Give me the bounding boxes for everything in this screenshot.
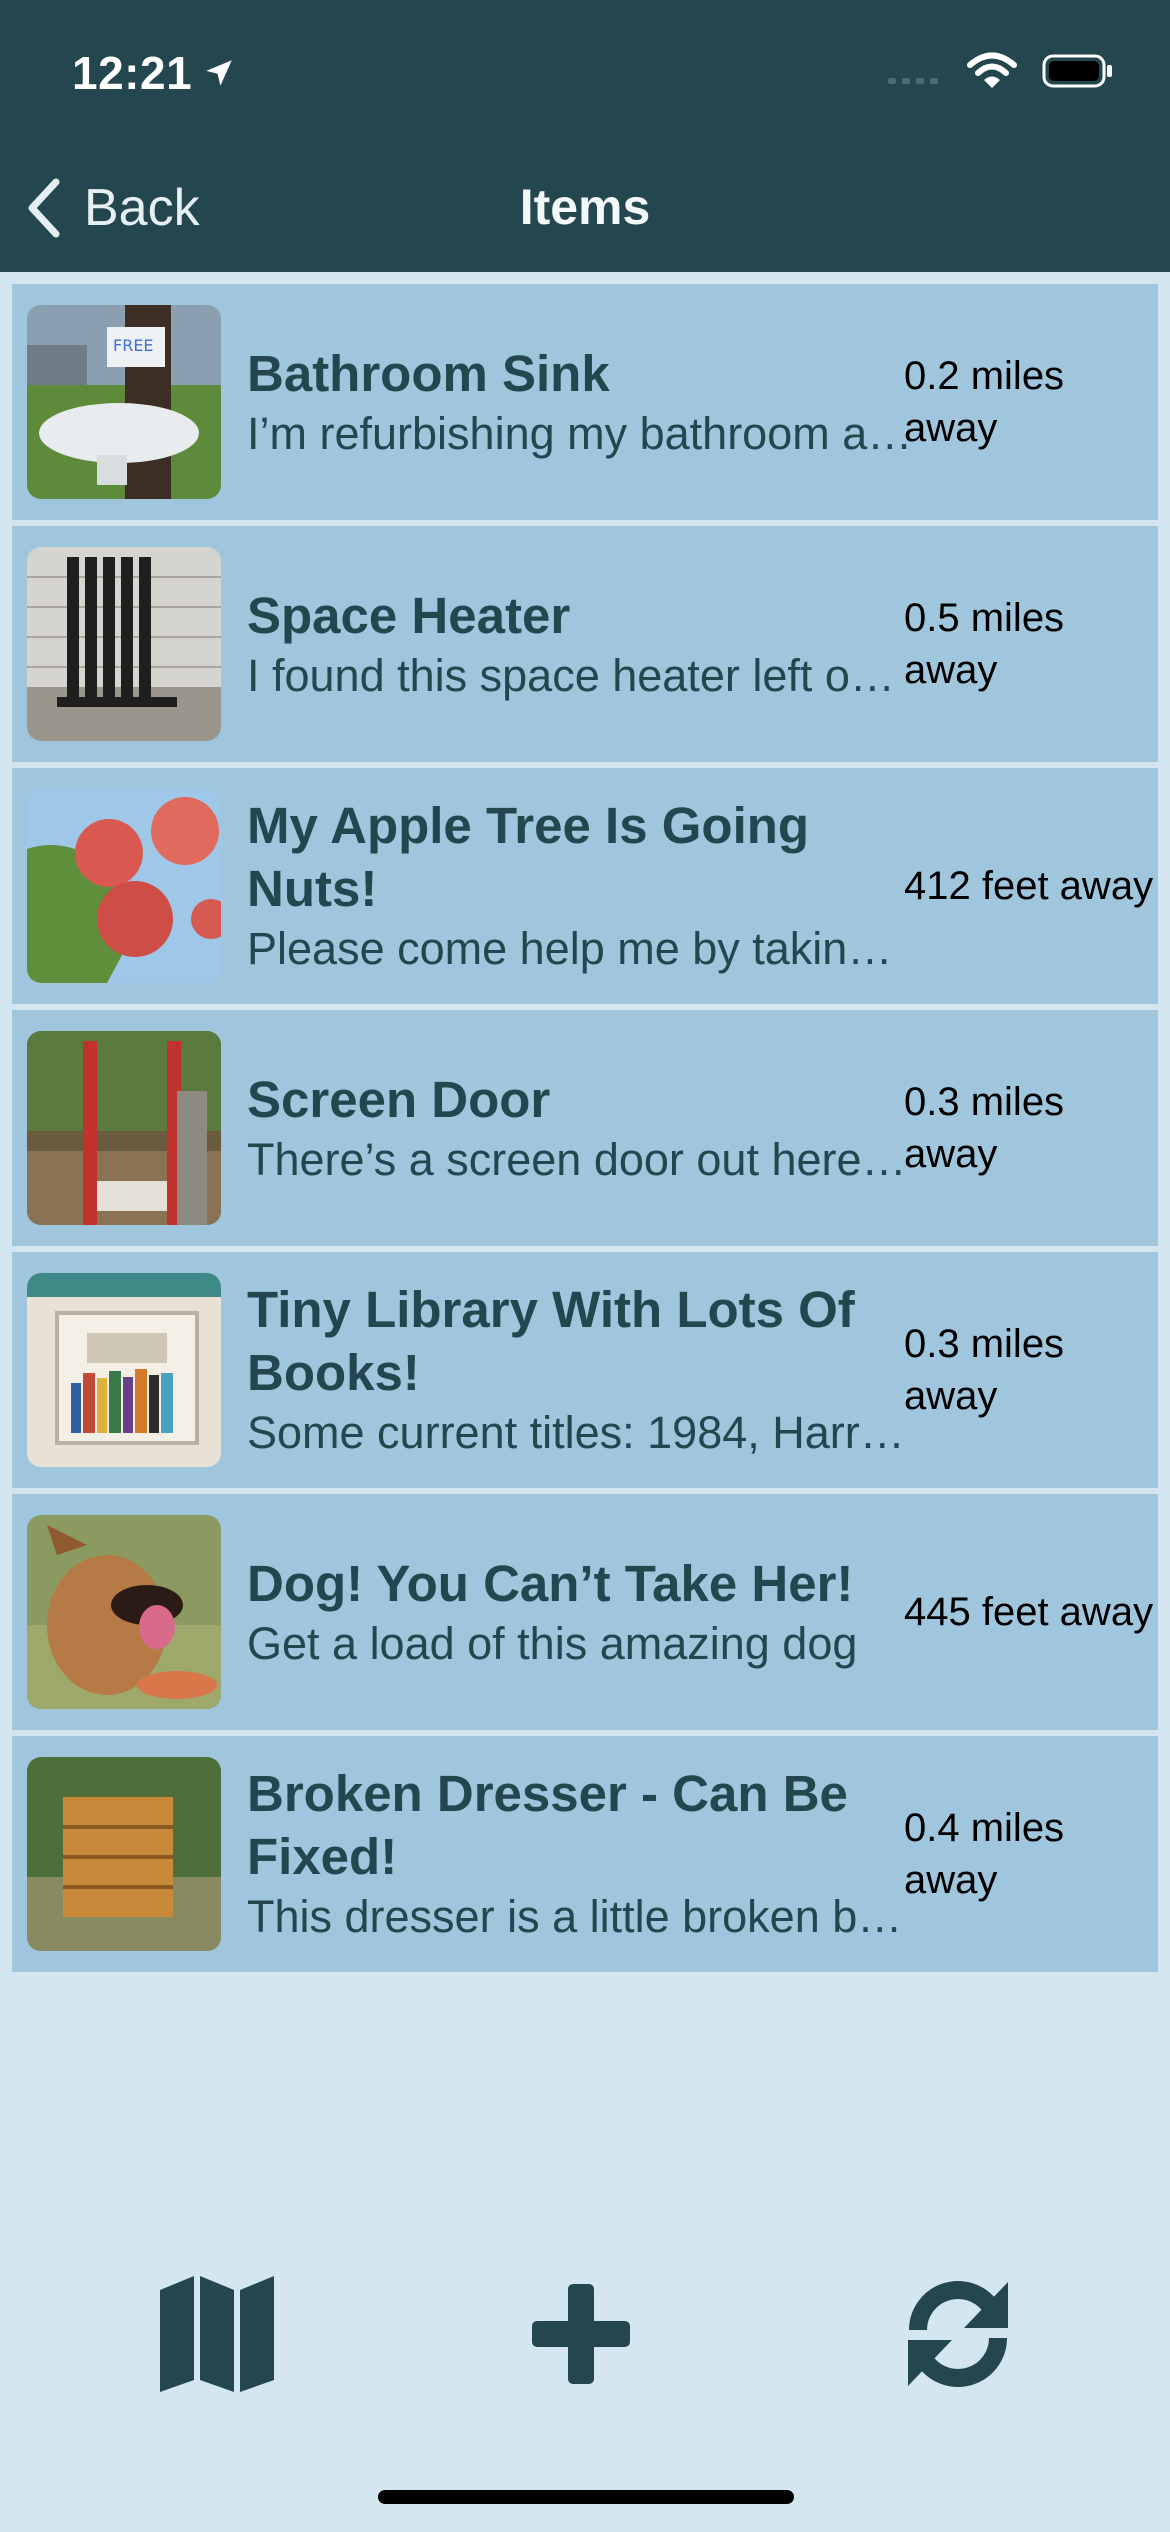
- nav-bar: 12:21 Back Items: [0, 0, 1170, 272]
- item-distance: 412 feet away: [904, 864, 1154, 908]
- item-description: This dresser is a little broken but work…: [247, 1891, 917, 1942]
- wifi-icon: [967, 52, 1017, 88]
- item-distance: 0.5 miles away: [904, 596, 1065, 692]
- item-text: Broken Dresser - Can Be Fixed! This dres…: [247, 1736, 917, 1972]
- plus-icon: [532, 2284, 630, 2384]
- list-item[interactable]: FREE Bathroom Sink I’m refurbishing my b…: [12, 284, 1158, 520]
- item-text: Space Heater I found this space heater l…: [247, 526, 917, 762]
- add-item-button[interactable]: [532, 2272, 630, 2401]
- item-distance: 0.3 miles away: [904, 1322, 1065, 1418]
- bathroom-sink-photo: FREE: [27, 305, 221, 499]
- item-description: Get a load of this amazing dog: [247, 1617, 858, 1669]
- item-title: Screen Door: [247, 1070, 551, 1128]
- item-description: I found this space heater left out on th…: [247, 649, 917, 701]
- home-indicator[interactable]: [378, 2490, 794, 2504]
- status-indicators: [886, 52, 1114, 90]
- list-item[interactable]: Broken Dresser - Can Be Fixed! This dres…: [12, 1736, 1158, 1972]
- item-description: I’m refurbishing my bathroom and have a …: [247, 407, 917, 459]
- list-item[interactable]: My Apple Tree Is Going Nuts! Please come…: [12, 768, 1158, 1004]
- map-button[interactable]: [156, 2272, 280, 2401]
- item-text: Screen Door There’s a screen door out he…: [247, 1010, 917, 1246]
- status-time: 12:21: [72, 46, 236, 100]
- item-description: Some current titles: 1984, Harry Potter: [247, 1407, 917, 1458]
- item-description: Please come help me by taking some apple…: [247, 923, 917, 974]
- list-item[interactable]: Tiny Library With Lots Of Books! Some cu…: [12, 1252, 1158, 1488]
- tiny-library-photo: [27, 1273, 221, 1467]
- clock-text: 12:21: [72, 47, 193, 99]
- refresh-button[interactable]: [904, 2272, 1012, 2401]
- item-distance: 445 feet away: [904, 1590, 1154, 1634]
- location-arrow-icon: [206, 60, 232, 86]
- item-description: There’s a screen door out here for anyon…: [247, 1133, 917, 1185]
- item-title: Space Heater: [247, 586, 571, 644]
- apple-tree-photo: [27, 789, 221, 983]
- bottom-toolbar: [0, 2230, 1170, 2430]
- item-distance: 0.4 miles away: [904, 1806, 1065, 1902]
- item-title: Tiny Library With Lots Of Books!: [247, 1281, 855, 1401]
- item-text: Tiny Library With Lots Of Books! Some cu…: [247, 1252, 917, 1488]
- item-text: Dog! You Can’t Take Her! Get a load of t…: [247, 1494, 917, 1730]
- broken-dresser-photo: [27, 1757, 221, 1951]
- page-title: Items: [519, 179, 651, 235]
- refresh-icon: [908, 2281, 1008, 2387]
- item-title: Bathroom Sink: [247, 344, 610, 402]
- list-item[interactable]: Dog! You Can’t Take Her! Get a load of t…: [12, 1494, 1158, 1730]
- item-distance: 0.3 miles away: [904, 1080, 1065, 1176]
- item-title: Dog! You Can’t Take Her!: [247, 1554, 854, 1612]
- space-heater-photo: [27, 547, 221, 741]
- item-title: Broken Dresser - Can Be Fixed!: [247, 1765, 848, 1885]
- battery-icon: [1042, 54, 1112, 88]
- items-list: FREE Bathroom Sink I’m refurbishing my b…: [12, 284, 1158, 1978]
- item-text: Bathroom Sink I’m refurbishing my bathro…: [247, 284, 917, 520]
- item-text: My Apple Tree Is Going Nuts! Please come…: [247, 768, 917, 1004]
- item-title: My Apple Tree Is Going Nuts!: [247, 797, 810, 917]
- map-icon: [160, 2276, 274, 2392]
- svg-text:FREE: FREE: [113, 336, 154, 355]
- screen-door-photo: [27, 1031, 221, 1225]
- cellular-signal-icon: [888, 78, 938, 84]
- list-item[interactable]: Space Heater I found this space heater l…: [12, 526, 1158, 762]
- list-item[interactable]: Screen Door There’s a screen door out he…: [12, 1010, 1158, 1246]
- item-distance: 0.2 miles away: [904, 354, 1065, 450]
- dog-photo: [27, 1515, 221, 1709]
